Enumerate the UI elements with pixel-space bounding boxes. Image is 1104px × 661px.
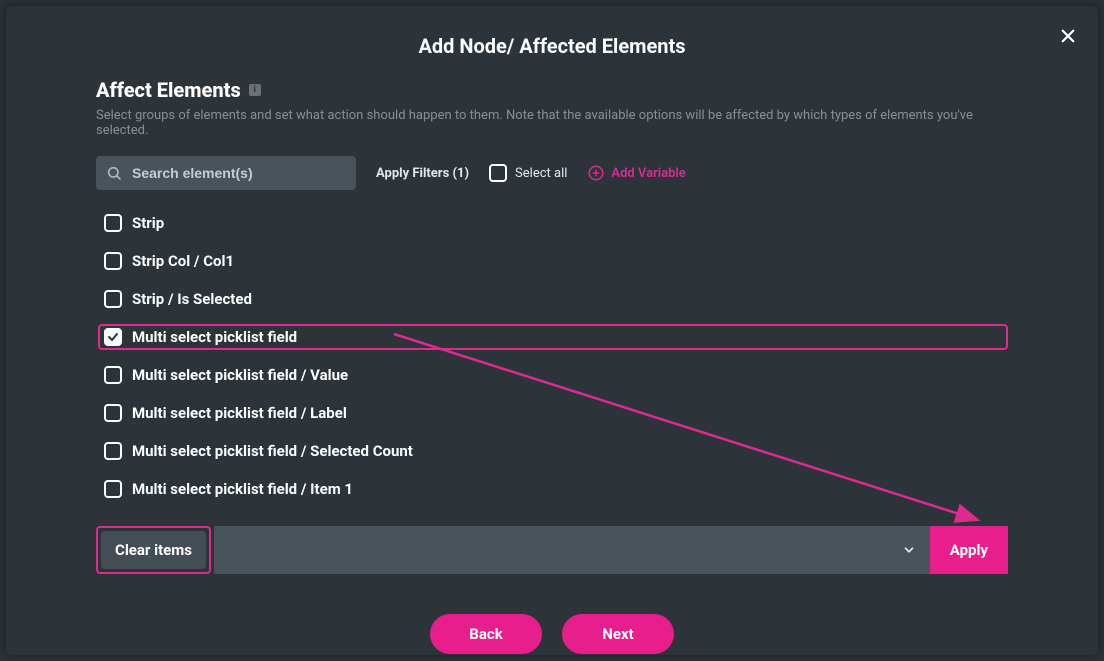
search-input[interactable] [130,164,346,182]
element-label: Strip Col / Col1 [132,252,234,270]
element-row[interactable]: Multi select picklist field / Selected C… [104,438,1008,464]
back-button[interactable]: Back [430,614,542,654]
modal-content: Affect Elements i Select groups of eleme… [6,78,1098,654]
apply-button[interactable]: Apply [930,526,1008,574]
close-icon [1059,27,1077,45]
search-icon [106,165,122,181]
apply-filters-link[interactable]: Apply Filters (1) [376,166,469,181]
section-subtext: Select groups of elements and set what a… [96,108,1008,138]
element-label: Multi select picklist field / Value [132,366,348,384]
modal-footer: Back Next [96,614,1008,654]
action-select[interactable] [214,526,930,574]
element-label: Strip [132,214,164,232]
element-row[interactable]: Strip / Is Selected [104,286,1008,312]
section-heading: Affect Elements [96,78,241,102]
select-all-group[interactable]: Select all [489,164,567,182]
element-checkbox[interactable] [104,252,122,270]
element-label: Strip / Is Selected [132,290,252,308]
back-label: Back [469,625,502,643]
info-icon[interactable]: i [249,84,261,96]
chevron-down-icon [902,543,916,557]
action-row: Clear items Apply [96,526,1008,574]
element-row[interactable]: Multi select picklist field / Label [104,400,1008,426]
section-title-row: Affect Elements i [96,78,1008,102]
close-button[interactable] [1054,22,1082,50]
select-all-checkbox[interactable] [489,164,507,182]
add-variable-label: Add Variable [611,166,685,181]
apply-label: Apply [950,541,988,559]
modal-header: Add Node/ Affected Elements [6,6,1098,78]
element-checkbox[interactable] [104,328,122,346]
filters-row: Apply Filters (1) Select all Add Variabl… [96,156,1008,190]
search-box[interactable] [96,156,356,190]
element-list: Strip Strip Col / Col1 Strip / Is Selected… [104,210,1008,502]
add-node-modal: Add Node/ Affected Elements Affect Eleme… [6,6,1098,655]
element-checkbox[interactable] [104,214,122,232]
plus-circle-icon [587,164,605,182]
next-label: Next [602,625,633,643]
element-checkbox[interactable] [104,366,122,384]
action-selected-label: Clear items [101,531,206,569]
element-checkbox[interactable] [104,404,122,422]
modal-title: Add Node/ Affected Elements [6,34,1098,58]
element-label: Multi select picklist field / Selected C… [132,442,413,460]
element-row[interactable]: Multi select picklist field / Item 1 [104,476,1008,502]
element-label: Multi select picklist field / Label [132,404,347,422]
element-row[interactable]: Multi select picklist field / Value [104,362,1008,388]
next-button[interactable]: Next [562,614,674,654]
element-row[interactable]: Strip Col / Col1 [104,248,1008,274]
element-checkbox[interactable] [104,290,122,308]
add-variable-button[interactable]: Add Variable [587,164,685,182]
element-label: Multi select picklist field / Item 1 [132,480,353,498]
element-row[interactable]: Multi select picklist field [98,324,1008,350]
element-label: Multi select picklist field [132,328,297,346]
check-icon [107,331,119,343]
select-all-label: Select all [515,166,567,181]
element-checkbox[interactable] [104,480,122,498]
action-label-highlight: Clear items [96,526,211,574]
element-row[interactable]: Strip [104,210,1008,236]
element-checkbox[interactable] [104,442,122,460]
